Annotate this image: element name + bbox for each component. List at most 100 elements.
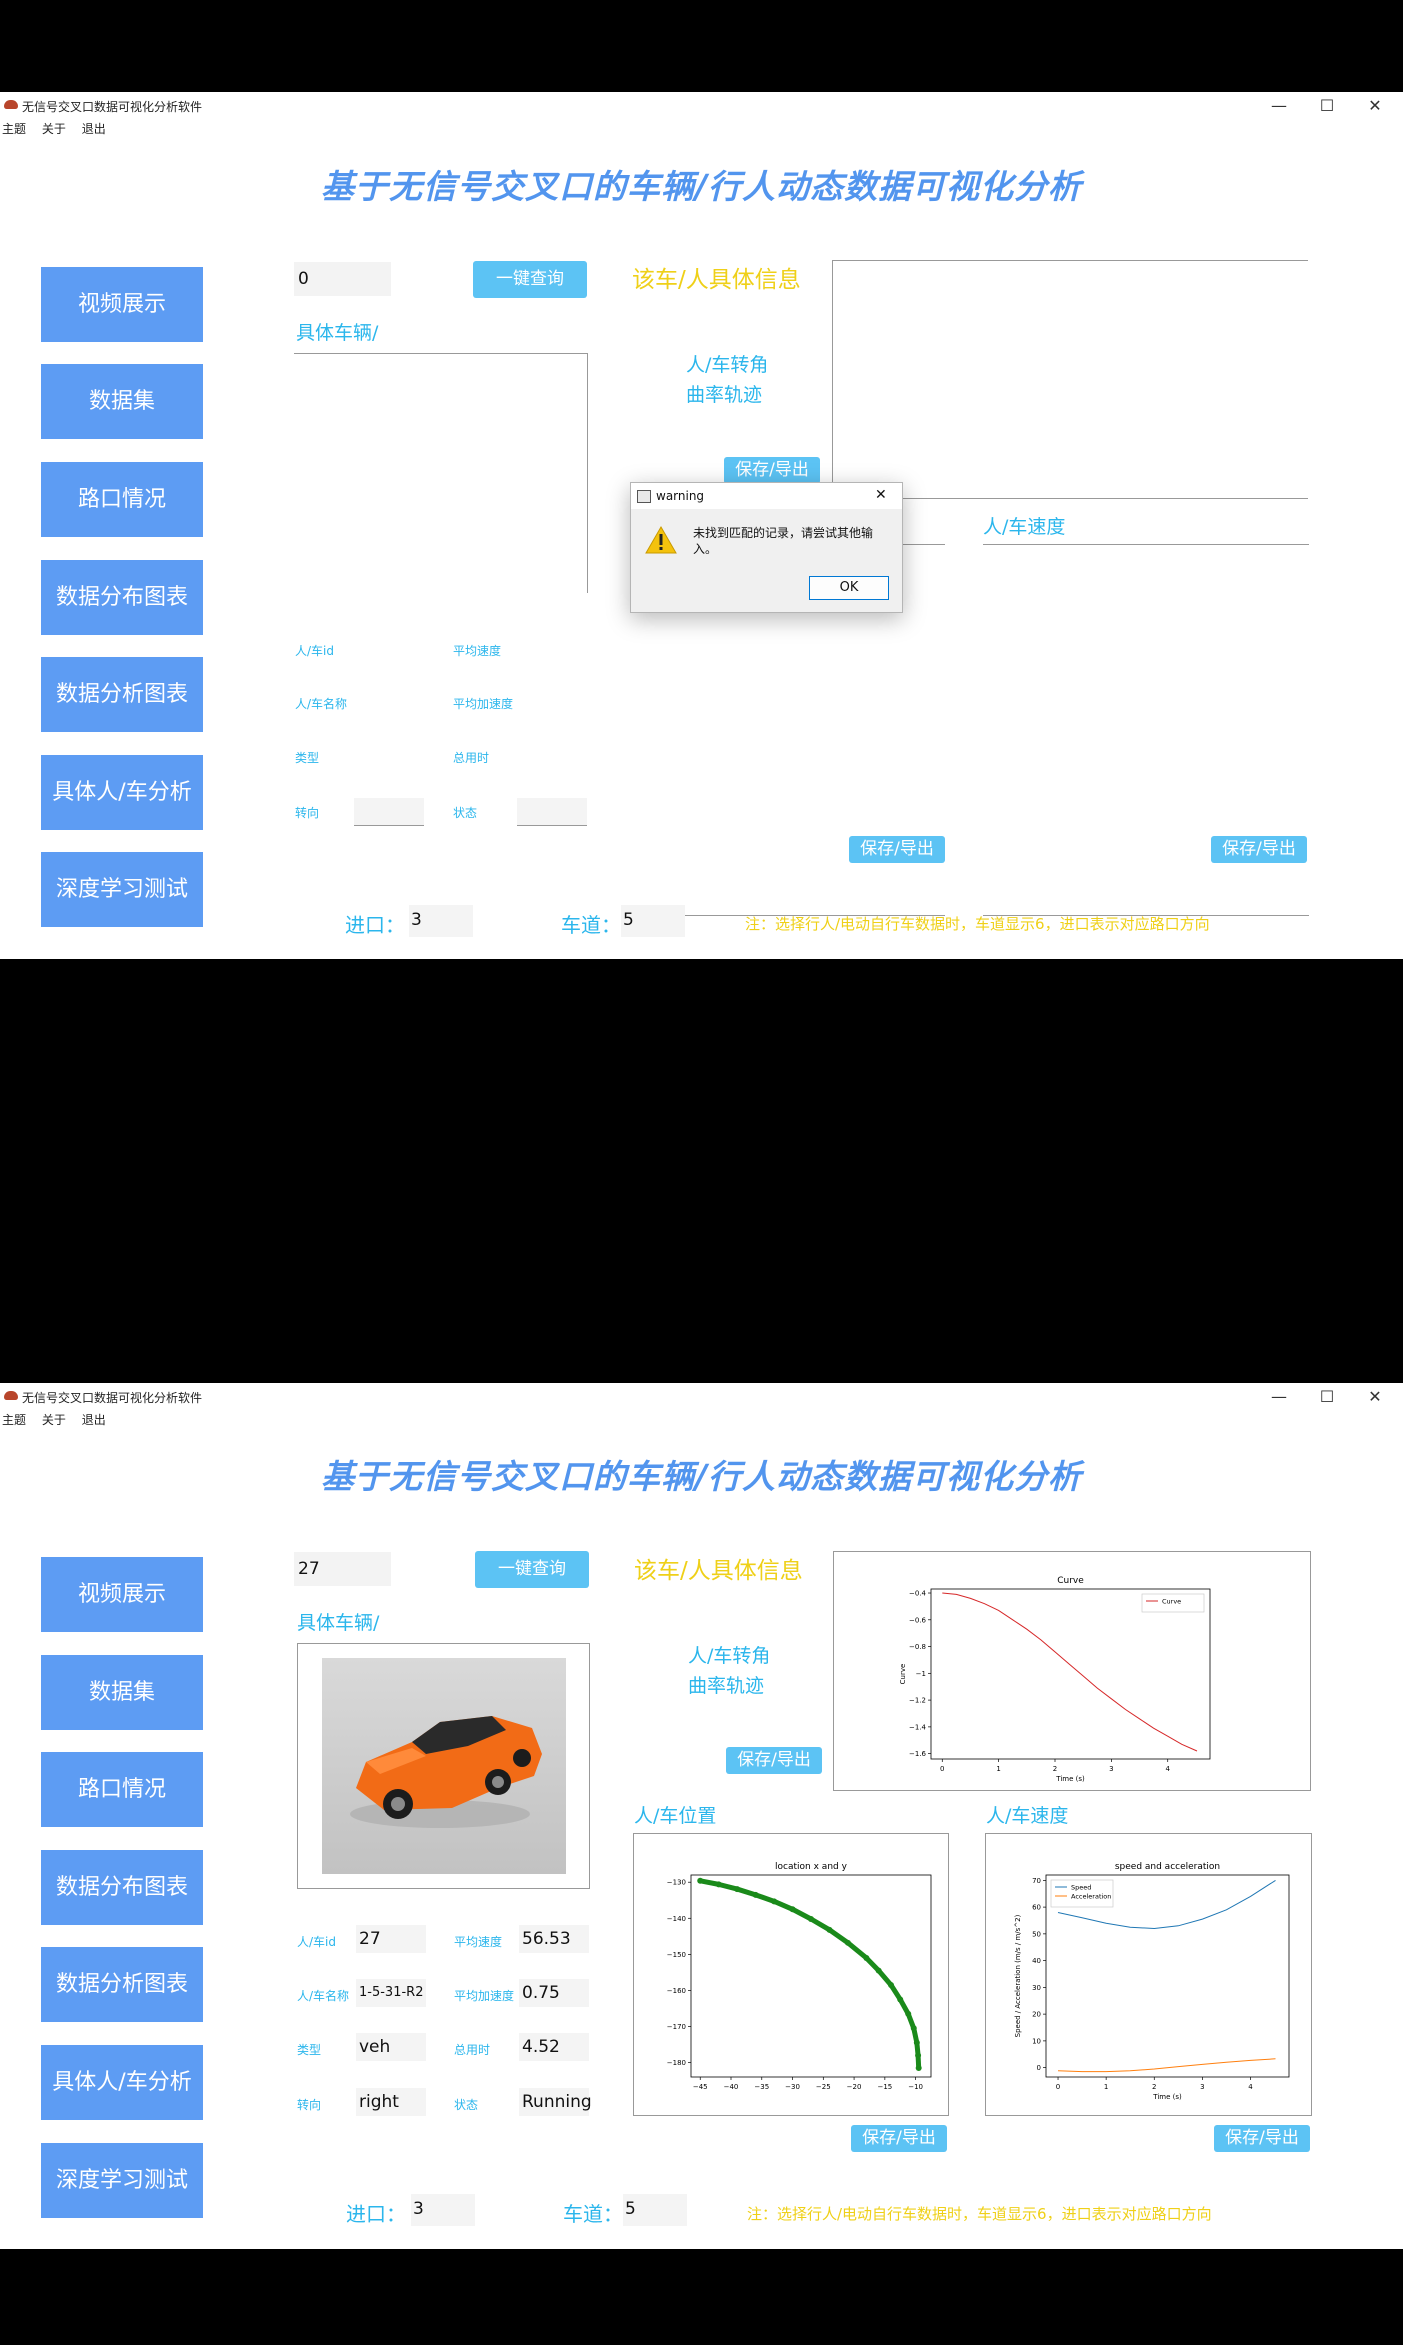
- field-id-label: 人/车id: [295, 644, 334, 658]
- field-avg-accel-label: 平均加速度: [453, 697, 514, 711]
- position-chart-panel: location x and y −45 −40 −35 −30 −25 −20 −15 −10…: [633, 1833, 949, 2116]
- nav-intersection-button[interactable]: 路口情况: [41, 462, 203, 537]
- id-input[interactable]: 27: [294, 1552, 391, 1586]
- field-type-label: 类型: [295, 751, 320, 765]
- curve-chart: Curve 0 1 2 3 4 −0.4 −0.6 −0.8 −1 −1.2 −1.4 −1.6 Time…: [899, 1576, 1211, 1783]
- x-tick-label: 0: [940, 1765, 944, 1773]
- speed-label: 人/车速度: [986, 1805, 1069, 1827]
- save-export-curve-button[interactable]: 保存/导出: [726, 1747, 822, 1774]
- id-value: 27: [356, 1925, 426, 1953]
- plot-area: [930, 1588, 1211, 1760]
- nav-specific-analysis-button[interactable]: 具体人/车分析: [41, 755, 203, 830]
- x-tick-label: −45: [693, 2083, 708, 2091]
- menu-theme[interactable]: 主题: [2, 122, 26, 136]
- field-avg-speed-label: 平均速度: [453, 644, 502, 658]
- y-tick-label: −150: [667, 1951, 686, 1959]
- nav-distribution-chart-button[interactable]: 数据分布图表: [41, 1850, 203, 1925]
- dialog-message: 未找到匹配的记录，请尝试其他输入。: [693, 526, 874, 556]
- y-tick-label: −0.8: [909, 1643, 926, 1651]
- x-tick-label: −40: [724, 2083, 739, 2091]
- nav-deep-learning-button[interactable]: 深度学习测试: [41, 852, 203, 927]
- x-axis-label: Time (s): [1055, 1775, 1085, 1783]
- x-tick-label: 0: [1056, 2083, 1060, 2091]
- y-tick-label: −0.4: [909, 1590, 927, 1598]
- query-button[interactable]: 一键查询: [475, 1551, 589, 1588]
- specific-vehicle-label: 具体车辆/: [297, 1612, 380, 1634]
- y-tick-label: −1.6: [909, 1750, 927, 1758]
- page-title: 基于无信号交叉口的车辆/行人动态数据可视化分析: [320, 167, 1083, 206]
- location-chart: location x and y −45 −40 −35 −30 −25 −20 −15 −10…: [667, 1862, 932, 2091]
- vehicle-image-panel: [297, 1643, 590, 1889]
- save-export-speed-button[interactable]: 保存/导出: [1211, 836, 1307, 863]
- y-axis-label: Speed / Acceleration (m/s / m/s^2): [1014, 1914, 1022, 2037]
- x-tick-label: 2: [1152, 2083, 1156, 2091]
- save-export-position-button[interactable]: 保存/导出: [849, 836, 945, 863]
- y-tick-label: −1.2: [909, 1697, 926, 1705]
- menu-about[interactable]: 关于: [42, 1413, 66, 1427]
- nav-video-button[interactable]: 视频展示: [41, 1557, 203, 1632]
- y-tick-label: −160: [667, 1987, 686, 1995]
- title-bar: 无信号交叉口数据可视化分析软件 — ☐ ✕: [0, 1383, 1403, 1411]
- field-turn-label: 转向: [295, 806, 320, 820]
- entrance-input[interactable]: 3: [409, 905, 473, 937]
- dialog-close-icon[interactable]: ✕: [875, 487, 887, 503]
- note-text: 注：选择行人/电动自行车数据时，车道显示6，进口表示对应路口方向: [745, 915, 1210, 933]
- id-input[interactable]: 0: [294, 262, 391, 296]
- nav-deep-learning-button[interactable]: 深度学习测试: [41, 2143, 203, 2218]
- nav-analysis-chart-button[interactable]: 数据分析图表: [41, 1947, 203, 2022]
- nav-dataset-button[interactable]: 数据集: [41, 1655, 203, 1730]
- y-tick-label: 60: [1032, 1904, 1041, 1912]
- x-tick-label: 4: [1248, 2083, 1253, 2091]
- entrance-input[interactable]: 3: [411, 2194, 475, 2226]
- close-icon[interactable]: ✕: [1352, 1385, 1398, 1409]
- field-type-label: 类型: [297, 2043, 322, 2057]
- avg-speed-value: 56.53: [519, 1925, 589, 1953]
- x-tick-label: 2: [1053, 1765, 1057, 1773]
- curve-chart-panel: Curve 0 1 2 3 4 −0.4 −0.6 −0.8 −1 −1.2 −1.4 −1.6 Time…: [833, 1551, 1311, 1791]
- dialog-ok-button[interactable]: OK: [809, 576, 889, 600]
- x-tick-label: −25: [816, 2083, 831, 2091]
- nav-dataset-button[interactable]: 数据集: [41, 364, 203, 439]
- nav-distribution-chart-button[interactable]: 数据分布图表: [41, 560, 203, 635]
- car-app-icon: [4, 100, 18, 109]
- y-tick-label: 0: [1037, 2064, 1041, 2072]
- field-total-time-label: 总用时: [453, 751, 490, 765]
- close-icon[interactable]: ✕: [1352, 94, 1398, 118]
- nav-analysis-chart-button[interactable]: 数据分析图表: [41, 657, 203, 732]
- menu-exit[interactable]: 退出: [82, 122, 106, 136]
- nav-specific-analysis-button[interactable]: 具体人/车分析: [41, 2045, 203, 2120]
- field-name-label: 人/车名称: [295, 697, 348, 711]
- vehicle-image-panel: [294, 353, 588, 593]
- y-tick-label: −130: [667, 1879, 686, 1887]
- menu-theme[interactable]: 主题: [2, 1413, 26, 1427]
- save-export-speed-button[interactable]: 保存/导出: [1214, 2125, 1310, 2152]
- name-value: 1-5-31-R2: [356, 1979, 426, 2007]
- app-window-warning-state: 无信号交叉口数据可视化分析软件 — ☐ ✕ 主题 关于 退出 基于无信号交叉口的…: [0, 92, 1403, 959]
- save-export-curve-button[interactable]: 保存/导出: [724, 457, 820, 484]
- dialog-title: warning: [656, 489, 705, 503]
- minimize-icon[interactable]: —: [1256, 94, 1302, 118]
- turn-value: right: [356, 2088, 426, 2116]
- info-title: 该车/人具体信息: [632, 267, 801, 293]
- chart-title: Curve: [1057, 1576, 1084, 1586]
- query-button[interactable]: 一键查询: [473, 261, 587, 298]
- x-axis-label: Time (s): [1152, 2093, 1182, 2101]
- avg-accel-value: 0.75: [519, 1979, 589, 2007]
- nav-intersection-button[interactable]: 路口情况: [41, 1752, 203, 1827]
- maximize-icon[interactable]: ☐: [1304, 94, 1350, 118]
- x-tick-label: −30: [785, 2083, 800, 2091]
- warning-dialog: warning ✕ 未找到匹配的记录，请尝试其他输入。 OK: [630, 482, 903, 613]
- lane-input[interactable]: 5: [621, 905, 685, 937]
- save-export-position-button[interactable]: 保存/导出: [851, 2125, 947, 2152]
- y-tick-label: −1: [916, 1670, 926, 1678]
- maximize-icon[interactable]: ☐: [1304, 1385, 1350, 1409]
- curve-chart-panel: [832, 260, 1308, 499]
- turn-curve-label-line2: 曲率轨迹: [686, 384, 763, 406]
- nav-video-button[interactable]: 视频展示: [41, 267, 203, 342]
- minimize-icon[interactable]: —: [1256, 1385, 1302, 1409]
- menu-about[interactable]: 关于: [42, 122, 66, 136]
- y-tick-label: −1.4: [909, 1723, 927, 1731]
- lane-input[interactable]: 5: [623, 2194, 687, 2226]
- menu-exit[interactable]: 退出: [82, 1413, 106, 1427]
- plot-area: [690, 1874, 932, 2078]
